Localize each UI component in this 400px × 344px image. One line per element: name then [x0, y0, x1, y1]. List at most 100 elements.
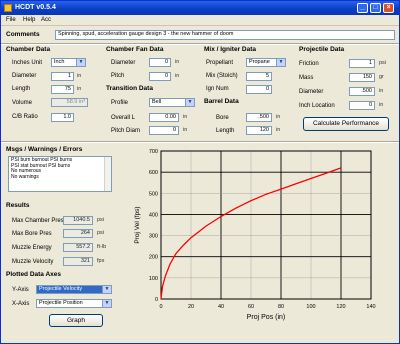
- result-energy-unit: ft-lb: [97, 244, 107, 250]
- y-axis-label: Y-Axis: [12, 287, 29, 293]
- comments-input[interactable]: Spinning, spud, acceleration gauge desig…: [55, 30, 395, 40]
- proj-location-input[interactable]: 0: [349, 101, 375, 110]
- menu-bar: File Help Acc: [1, 15, 399, 26]
- transition-length-input[interactable]: 0.00: [149, 113, 179, 122]
- x-tick-label: 60: [248, 304, 254, 310]
- proj-diameter-input[interactable]: .500: [349, 87, 375, 96]
- chamber-fan-header: Chamber Fan Data: [106, 46, 164, 53]
- chamber-length-input[interactable]: 75: [51, 85, 74, 94]
- app-icon: [4, 4, 12, 12]
- barrel-header: Barrel Data: [204, 98, 239, 105]
- result-bore-pres-value: 264: [63, 229, 93, 238]
- menu-item-file[interactable]: File: [6, 17, 16, 23]
- chevron-down-icon[interactable]: ▼: [102, 286, 111, 293]
- y-axis-value: Projectile Velocity: [39, 286, 83, 292]
- chamber-header: Chamber Data: [6, 46, 51, 53]
- graph-button[interactable]: Graph: [49, 314, 103, 327]
- mix-ignum-label: Ign Num: [206, 86, 229, 92]
- barrel-bore-unit: in: [276, 114, 281, 120]
- chamber-units-label: Inches Unit: [12, 60, 43, 66]
- proj-location-unit: in: [379, 102, 384, 108]
- transition-length-unit: in: [183, 114, 188, 120]
- result-chamber-pres-value: 1040.5: [63, 216, 93, 225]
- result-velocity-unit: fps: [97, 258, 105, 264]
- barrel-length-input[interactable]: 120: [246, 126, 272, 135]
- transition-pitch-unit: in: [183, 127, 188, 133]
- chevron-down-icon[interactable]: ▼: [185, 99, 194, 106]
- transition-header: Transition Data: [106, 85, 153, 92]
- chamber-diameter-input[interactable]: 1: [51, 72, 74, 81]
- close-icon[interactable]: ×: [383, 3, 394, 13]
- plotted-axes-header: Plotted Data Axes: [6, 271, 62, 278]
- menu-item-acc[interactable]: Acc: [41, 17, 51, 23]
- fan-pitch-input[interactable]: 0: [149, 72, 171, 81]
- barrel-bore-label: Bore: [216, 115, 229, 121]
- y-tick-label: 700: [149, 149, 158, 155]
- transition-profile-value: Bell: [152, 99, 162, 105]
- y-axis-select[interactable]: Projectile Velocity ▼: [36, 285, 112, 294]
- fan-pitch-unit: in: [175, 73, 180, 79]
- mix-propellant-value: Propane: [249, 59, 270, 65]
- minimize-icon[interactable]: _: [357, 3, 368, 13]
- chamber-diameter-unit: in: [77, 73, 82, 79]
- result-chamber-pres-unit: psi: [97, 217, 105, 223]
- chevron-down-icon[interactable]: ▼: [276, 59, 285, 66]
- fan-diameter-unit: in: [175, 59, 180, 65]
- transition-profile-select[interactable]: Bell ▼: [149, 98, 195, 107]
- barrel-bore-input[interactable]: .500: [246, 113, 272, 122]
- chamber-length-unit: in: [77, 86, 82, 92]
- x-tick-label: 120: [336, 304, 345, 310]
- chamber-units-value: Inch: [54, 59, 65, 65]
- proj-friction-input[interactable]: 1: [349, 59, 375, 68]
- chamber-length-label: Length: [12, 86, 31, 92]
- proj-mass-label: Mass: [299, 75, 314, 81]
- transition-pitch-input[interactable]: 0: [149, 126, 179, 135]
- proj-diameter-label: Diameter: [299, 89, 324, 95]
- x-axis-select[interactable]: Projectile Position ▼: [36, 299, 112, 308]
- mix-ignum-input[interactable]: 0: [246, 85, 272, 94]
- calculate-performance-button[interactable]: Calculate Performance: [303, 117, 389, 131]
- x-tick-label: 100: [306, 304, 315, 310]
- mix-propellant-label: Propellant: [206, 60, 234, 66]
- mix-propellant-select[interactable]: Propane ▼: [246, 58, 286, 67]
- x-tick-label: 0: [159, 304, 162, 310]
- window-title: HCDT v0.5.4: [15, 4, 56, 11]
- chamber-volume-label: Volume: [12, 100, 33, 106]
- comments-label: Comments: [6, 31, 40, 38]
- menu-item-help[interactable]: Help: [23, 17, 35, 23]
- proj-mass-input[interactable]: 150: [349, 73, 375, 82]
- y-tick-label: 200: [149, 255, 158, 261]
- transition-pitch-label: Pitch Diam: [111, 128, 141, 134]
- y-tick-label: 500: [149, 191, 158, 197]
- proj-friction-label: Friction: [299, 61, 319, 67]
- mix-ratio-label: Mix (Stoich): [206, 73, 238, 79]
- chevron-down-icon[interactable]: ▼: [76, 59, 85, 66]
- x-axis-value: Projectile Position: [39, 300, 83, 306]
- title-bar: HCDT v0.5.4 _ □ ×: [1, 1, 399, 15]
- plot-frame: [160, 150, 372, 300]
- result-chamber-pres-label: Max Chamber Pres: [12, 218, 64, 224]
- mix-ratio-input[interactable]: 5: [246, 72, 272, 81]
- fan-diameter-input[interactable]: 0: [149, 58, 171, 67]
- chamber-units-select[interactable]: Inch ▼: [51, 58, 86, 67]
- chamber-cb-ratio-input[interactable]: 1.0: [51, 113, 74, 122]
- chamber-diameter-label: Diameter: [12, 73, 37, 79]
- maximize-icon[interactable]: □: [370, 3, 381, 13]
- result-energy-value: 557.2: [63, 243, 93, 252]
- proj-mass-unit: gr: [379, 74, 384, 80]
- results-header: Results: [6, 202, 30, 209]
- messages-scrollbar[interactable]: [104, 157, 111, 191]
- result-bore-pres-label: Max Bore Pres: [12, 231, 52, 237]
- chamber-volume-field: 58.9 in³: [51, 98, 88, 107]
- proj-diameter-unit: in: [379, 88, 384, 94]
- message-line: No warnings: [11, 173, 39, 180]
- barrel-length-label: Length: [216, 128, 235, 134]
- y-tick-label: 100: [149, 276, 158, 282]
- y-tick-label: 600: [149, 170, 158, 176]
- y-tick-label: 300: [149, 234, 158, 240]
- messages-list[interactable]: PSI burn burnout PSI burns PSI stat burn…: [8, 156, 112, 192]
- x-tick-label: 140: [366, 304, 375, 310]
- x-axis-label: X-Axis: [12, 301, 30, 307]
- x-tick-label: 20: [188, 304, 194, 310]
- chevron-down-icon[interactable]: ▼: [102, 300, 111, 307]
